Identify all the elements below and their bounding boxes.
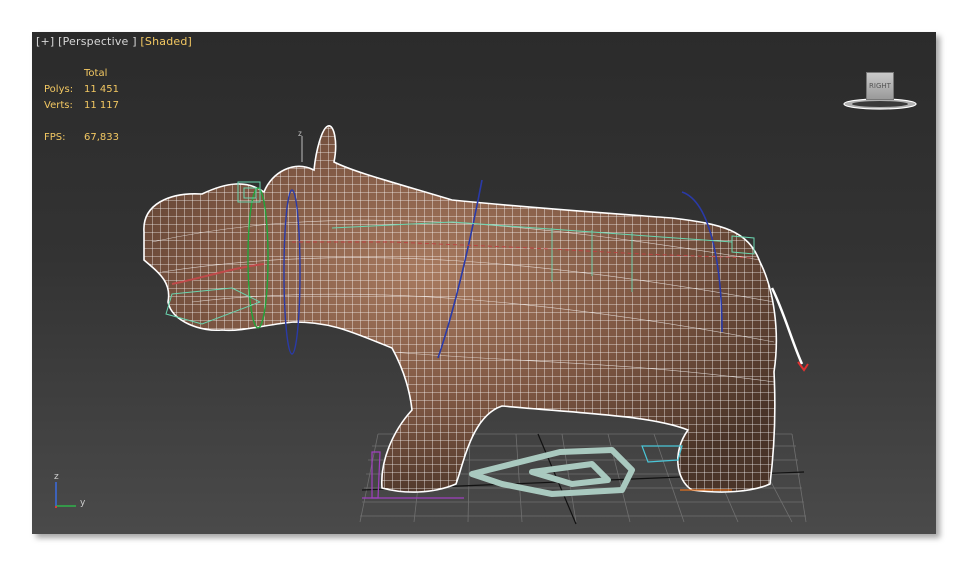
stats-header: Total [84,68,108,79]
viewport-menu-plus[interactable]: [+] [36,35,54,48]
footprint-shape [469,447,635,497]
scene-canvas[interactable]: z [32,32,936,534]
viewcube[interactable]: RIGHT [840,70,920,114]
svg-text:z: z [298,129,302,138]
polys-label: Polys: [44,84,74,95]
verts-value: 11 117 [84,100,119,111]
axis-tripod: z y [50,472,90,512]
perspective-viewport[interactable]: z [+] [Perspective ] [Shaded] Total Poly… [32,32,936,534]
fps-label: FPS: [44,132,66,143]
wireframe-mesh [143,125,777,493]
axis-y-label: y [80,498,86,508]
screenshot-frame: z [+] [Perspective ] [Shaded] Total Poly… [0,0,968,567]
statistics-overlay: Total Polys: 11 451 Verts: 11 117 FPS: 6… [44,66,144,146]
viewport-shading-label[interactable]: [Shaded] [140,35,192,48]
viewport-label[interactable]: [+] [Perspective ] [Shaded] [36,35,192,48]
center-axis: z [298,129,303,162]
fps-value: 67,833 [84,132,119,143]
polys-value: 11 451 [84,84,119,95]
viewport-view-label[interactable]: [Perspective ] [58,35,137,48]
axis-z-label: z [54,472,59,482]
viewcube-right-face[interactable]: RIGHT [866,72,894,100]
verts-label: Verts: [44,100,73,111]
